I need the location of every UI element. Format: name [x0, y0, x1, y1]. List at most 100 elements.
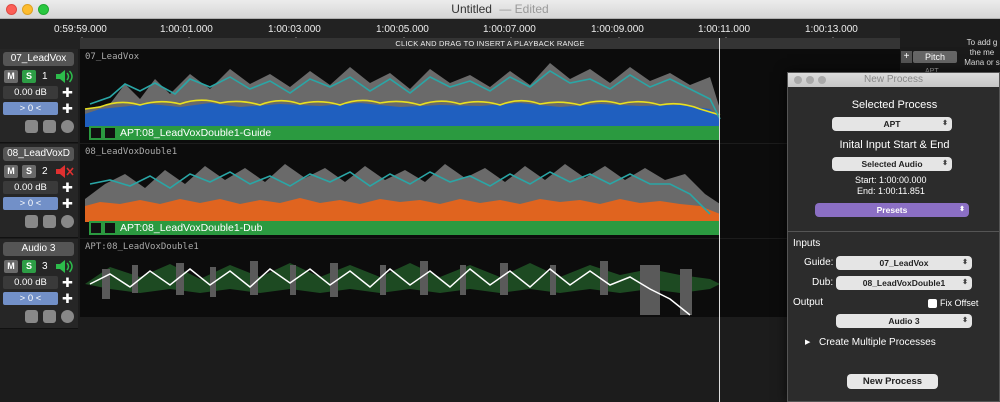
gear-icon[interactable] [61, 310, 74, 323]
maximize-window-button[interactable] [38, 4, 49, 15]
mute-button[interactable]: M [4, 165, 18, 178]
new-process-button[interactable]: New Process [847, 374, 938, 389]
lock-icon[interactable] [43, 310, 56, 323]
start-time: Start: 1:00:00.000 [855, 175, 927, 185]
side-help-text: To add g the me Mana or s [964, 38, 1000, 67]
waveform-3 [85, 261, 720, 316]
play-icon[interactable] [91, 128, 101, 138]
presets-select[interactable]: Presets ⬍ [815, 203, 969, 217]
output-select-value: Audio 3 [888, 316, 920, 326]
pitch-button[interactable]: Pitch [913, 51, 957, 63]
playhead[interactable] [719, 38, 720, 402]
chevron-updown-icon: ⬍ [962, 317, 968, 324]
lock-icon[interactable] [105, 128, 115, 138]
pan-field[interactable]: > 0 < [3, 197, 58, 210]
track-lane-1[interactable]: 07_LeadVox APT:08_LeadVoxDouble1-Guide [80, 49, 900, 143]
create-multiple-processes[interactable]: Create Multiple Processes [819, 337, 936, 348]
solo-button[interactable]: S [22, 165, 36, 178]
track-number: 2 [42, 166, 48, 177]
add-icon[interactable]: ✚ [61, 86, 74, 99]
output-select[interactable]: Audio 3 ⬍ [836, 314, 972, 328]
process-select-value: APT [883, 119, 901, 129]
gear-icon[interactable] [61, 120, 74, 133]
track-lane-3[interactable]: APT:08_LeadVoxDouble1 [80, 239, 900, 317]
volume-field[interactable]: 0.00 dB [3, 181, 58, 194]
dialog-title-bar: New Process [788, 73, 999, 87]
dialog-minimize-button[interactable] [806, 76, 814, 84]
lock-icon[interactable] [105, 223, 115, 233]
ruler-label: 1:00:09.000 [591, 24, 644, 35]
window-title: Untitled [451, 2, 492, 16]
process-select[interactable]: APT ⬍ [832, 117, 952, 131]
add-icon[interactable]: ✚ [61, 292, 74, 305]
title-bar: Untitled — Edited [0, 0, 1000, 19]
track-header-2: 08_LeadVoxD M S 2 0.00 dB ✚ > 0 < ✚ [0, 144, 78, 238]
speaker-icon[interactable] [54, 69, 74, 84]
track-options-icon[interactable] [25, 215, 38, 228]
output-label: Output [793, 297, 824, 308]
disclosure-triangle-icon[interactable]: ▶ [805, 338, 810, 346]
mute-button[interactable]: M [4, 260, 18, 273]
add-icon[interactable]: + [901, 51, 912, 63]
clip-label: APT:08_LeadVoxDouble1-Dub [120, 222, 263, 234]
clip-bar-2[interactable]: APT:08_LeadVoxDouble1-Dub [89, 221, 719, 235]
waveform-1 [84, 63, 721, 127]
play-icon[interactable] [91, 223, 101, 233]
ruler-label: 1:00:07.000 [483, 24, 536, 35]
minimize-window-button[interactable] [22, 4, 33, 15]
lock-icon[interactable] [43, 120, 56, 133]
fix-offset-checkbox[interactable] [928, 299, 937, 308]
close-window-button[interactable] [6, 4, 17, 15]
clip-bar-1[interactable]: APT:08_LeadVoxDouble1-Guide [89, 126, 719, 140]
waveform-2 [85, 164, 720, 222]
track-lane-2[interactable]: 08_LeadVoxDouble1 APT:08_LeadVoxDouble1-… [80, 144, 900, 238]
end-time: End: 1:00:11.851 [857, 186, 925, 196]
solo-button[interactable]: S [22, 260, 36, 273]
lock-icon[interactable] [43, 215, 56, 228]
track-name[interactable]: Audio 3 [3, 242, 74, 256]
solo-button[interactable]: S [22, 70, 36, 83]
selected-process-heading: Selected Process [851, 99, 938, 111]
add-icon[interactable]: ✚ [61, 181, 74, 194]
track-name[interactable]: 08_LeadVoxD [3, 147, 74, 161]
track-name[interactable]: 07_LeadVox [3, 52, 74, 66]
chevron-updown-icon: ⬍ [959, 206, 965, 213]
add-icon[interactable]: ✚ [61, 102, 74, 115]
chevron-updown-icon: ⬍ [942, 160, 948, 167]
track-options-icon[interactable] [25, 310, 38, 323]
mute-button[interactable]: M [4, 70, 18, 83]
ruler-label: 1:00:11.000 [698, 24, 751, 35]
range-select[interactable]: Selected Audio ⬍ [832, 157, 952, 171]
window-edited-status: — Edited [499, 2, 549, 16]
ruler-label: 1:00:03.000 [268, 24, 321, 35]
volume-field[interactable]: 0.00 dB [3, 86, 58, 99]
add-icon[interactable]: ✚ [61, 276, 74, 289]
fix-offset-label: Fix Offset [940, 298, 979, 308]
gear-icon[interactable] [61, 215, 74, 228]
pan-field[interactable]: > 0 < [3, 292, 58, 305]
presets-label: Presets [876, 205, 908, 215]
volume-field[interactable]: 0.00 dB [3, 276, 58, 289]
speaker-icon[interactable] [54, 259, 74, 274]
track-options-icon[interactable] [25, 120, 38, 133]
add-icon[interactable]: ✚ [61, 197, 74, 210]
ruler-label: 1:00:05.000 [376, 24, 429, 35]
dub-select[interactable]: 08_LeadVoxDouble1 ⬍ [836, 276, 972, 290]
dialog-title: New Process [864, 74, 923, 85]
track-header-1: 07_LeadVox M S 1 0.00 dB ✚ > 0 < ✚ [0, 49, 78, 143]
pan-field[interactable]: > 0 < [3, 102, 58, 115]
chevron-updown-icon: ⬍ [942, 120, 948, 127]
track-header-3: Audio 3 M S 3 0.00 dB ✚ > 0 < ✚ [0, 239, 78, 329]
clip-label: APT:08_LeadVoxDouble1-Guide [120, 127, 272, 139]
dialog-zoom-button[interactable] [818, 76, 826, 84]
ruler-label: 1:00:01.000 [160, 24, 213, 35]
divider [788, 231, 999, 232]
guide-label: Guide: [804, 257, 834, 268]
initial-range-heading: Inital Input Start & End [839, 139, 950, 151]
range-select-value: Selected Audio [861, 159, 923, 169]
dialog-close-button[interactable] [794, 76, 802, 84]
playback-range-hint[interactable]: CLICK AND DRAG TO INSERT A PLAYBACK RANG… [80, 38, 900, 49]
speaker-muted-icon[interactable] [54, 164, 74, 179]
dub-select-value: 08_LeadVoxDouble1 [862, 278, 946, 288]
guide-select[interactable]: 07_LeadVox ⬍ [836, 256, 972, 270]
